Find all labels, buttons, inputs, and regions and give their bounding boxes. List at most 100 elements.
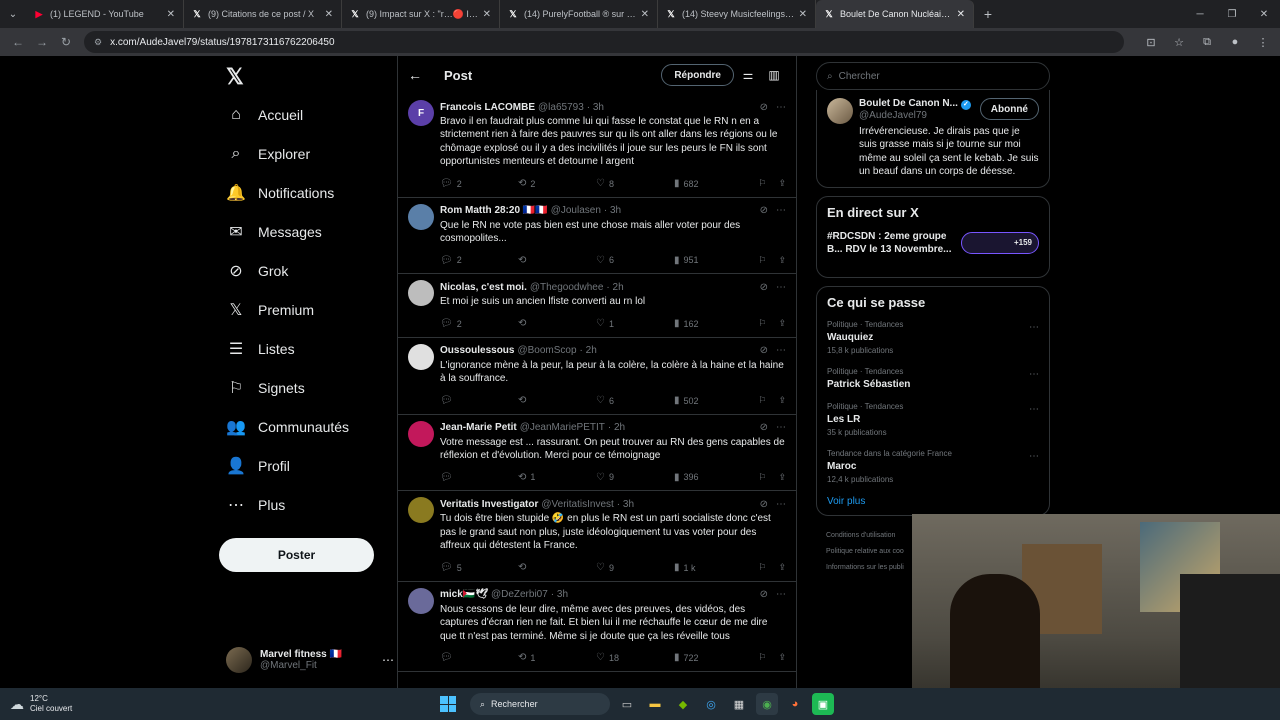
browser-tab[interactable]: 𝕏 (14) Steevy Musicfeelings sur X ✕ xyxy=(658,0,816,28)
nav-item-plus[interactable]: ⋯ Plus xyxy=(226,490,285,520)
tweet-author-handle[interactable]: @Joulasen xyxy=(551,205,601,216)
grok-icon[interactable]: ⊘ xyxy=(760,102,768,113)
share-icon[interactable]: ⇪ xyxy=(778,255,786,266)
tweet-author-handle[interactable]: @BoomScop xyxy=(517,345,576,356)
repost-button[interactable]: ⟲ 1 xyxy=(518,652,596,663)
views-button[interactable]: ▮ 162 xyxy=(674,318,752,329)
views-button[interactable]: ▮ 682 xyxy=(674,178,752,189)
like-button[interactable]: ♡ 6 xyxy=(596,395,674,406)
bookmark-icon[interactable]: ⚐ xyxy=(758,652,766,663)
bookmark-icon[interactable]: ⚐ xyxy=(758,395,766,406)
reply-button[interactable]: 💬︎ xyxy=(440,472,518,483)
reader-view-icon[interactable]: ▥ xyxy=(762,68,786,82)
share-icon[interactable]: ⇪ xyxy=(778,318,786,329)
tweet-author-name[interactable]: Jean-Marie Petit xyxy=(440,422,517,433)
trend-item[interactable]: Politique · Tendances Patrick Sébastien ⋯ xyxy=(827,367,1039,390)
install-app-icon[interactable]: ⊡ xyxy=(1140,36,1162,49)
tweet[interactable]: Veritatis Investigator @VeritatisInvest · … xyxy=(398,491,796,582)
avatar[interactable] xyxy=(408,280,434,307)
post-button[interactable]: Poster xyxy=(219,538,374,572)
nav-item-listes[interactable]: ☰ Listes xyxy=(226,334,295,364)
more-icon[interactable]: ⋯ xyxy=(776,589,786,600)
views-button[interactable]: ▮ 1 k xyxy=(674,562,752,573)
tweet-author-name[interactable]: Oussoulessous xyxy=(440,345,514,356)
share-icon[interactable]: ⇪ xyxy=(778,562,786,573)
trend-item[interactable]: Tendance dans la catégorie France Maroc 12… xyxy=(827,449,1039,484)
more-icon[interactable]: ⋯ xyxy=(1029,369,1039,380)
reply-button[interactable]: Répondre xyxy=(661,64,734,86)
like-button[interactable]: ♡ 18 xyxy=(596,652,674,663)
tweet-author-handle[interactable]: @DeZerbi07 xyxy=(491,589,548,600)
profile-icon[interactable]: ● xyxy=(1224,36,1246,49)
follow-button[interactable]: Abonné xyxy=(979,98,1039,120)
like-button[interactable]: ♡ 9 xyxy=(596,472,674,483)
grok-icon[interactable]: ⊘ xyxy=(760,589,768,600)
nav-item-signets[interactable]: ⚐ Signets xyxy=(226,373,305,403)
avatar[interactable] xyxy=(408,420,434,447)
x-logo-icon[interactable]: 𝕏 xyxy=(226,64,244,90)
repost-button[interactable]: ⟲ xyxy=(518,318,596,329)
tweet[interactable]: Nicolas, c'est moi. @Thegoodwhee · 2h ⊘ ⋯ Et … xyxy=(398,274,796,338)
search-input[interactable]: ⌕ Chercher xyxy=(816,62,1050,90)
firefox-icon[interactable]: ◕ xyxy=(784,693,806,715)
new-tab-button[interactable]: + xyxy=(974,6,1002,22)
tweet-author-name[interactable]: Rom Matth 28:20 🇫🇷🇫🇷 xyxy=(440,205,548,216)
grok-icon[interactable]: ⊘ xyxy=(760,282,768,293)
tweet-time[interactable]: · 2h xyxy=(580,345,597,356)
share-icon[interactable]: ⇪ xyxy=(778,472,786,483)
browser-tab[interactable]: 𝕏 Boulet De Canon Nucléaire ☢ s ✕ xyxy=(816,0,974,28)
repost-button[interactable]: ⟲ xyxy=(518,255,596,266)
repost-button[interactable]: ⟲ xyxy=(518,562,596,573)
close-tab-icon[interactable]: ✕ xyxy=(167,9,175,20)
more-icon[interactable]: ⋯ xyxy=(382,653,394,667)
avatar[interactable] xyxy=(408,343,434,370)
trend-item[interactable]: Politique · Tendances Les LR 35 k publicat… xyxy=(827,402,1039,437)
nav-item-profil[interactable]: 👤 Profil xyxy=(226,451,290,481)
tweet[interactable]: Oussoulessous @BoomScop · 2h ⊘ ⋯ L'ignorance … xyxy=(398,338,796,415)
nvidia-icon[interactable]: ◆ xyxy=(672,693,694,715)
reply-button[interactable]: 💬︎ 5 xyxy=(440,562,518,573)
bookmark-icon[interactable]: ⚐ xyxy=(758,472,766,483)
close-tab-icon[interactable]: ✕ xyxy=(799,9,807,20)
more-icon[interactable]: ⋯ xyxy=(1029,322,1039,333)
like-button[interactable]: ♡ 9 xyxy=(596,562,674,573)
nav-item-grok[interactable]: ⊘ Grok xyxy=(226,256,288,286)
reply-button[interactable]: 💬︎ 2 xyxy=(440,178,518,189)
more-icon[interactable]: ⋯ xyxy=(776,422,786,433)
browser-tab[interactable]: 𝕏 (9) Impact sur X : "r…🔴 INSOLI ✕ xyxy=(342,0,500,28)
avatar[interactable]: F xyxy=(408,100,434,126)
weather-widget[interactable]: ☁ 12°C Ciel couvert xyxy=(10,694,72,714)
tweet-time[interactable]: · 2h xyxy=(606,282,623,293)
forward-icon[interactable]: → xyxy=(30,35,54,49)
avatar[interactable] xyxy=(408,587,434,614)
tweet-author-name[interactable]: Veritatis Investigator xyxy=(440,499,538,510)
task-view-icon[interactable]: ▭ xyxy=(616,693,638,715)
close-tab-icon[interactable]: ✕ xyxy=(483,9,491,20)
windows-start-icon[interactable] xyxy=(440,696,456,712)
tweet-author-handle[interactable]: @la65793 xyxy=(538,102,584,113)
account-switcher[interactable]: Marvel fitness 🇫🇷 @Marvel_Fit ⋯ xyxy=(226,642,394,678)
nav-item-premium[interactable]: 𝕏 Premium xyxy=(226,295,314,325)
share-icon[interactable]: ⇪ xyxy=(778,178,786,189)
grok-icon[interactable]: ⊘ xyxy=(760,205,768,216)
bookmark-icon[interactable]: ⚐ xyxy=(758,255,766,266)
repost-button[interactable]: ⟲ 2 xyxy=(518,178,596,189)
avatar[interactable] xyxy=(408,203,434,230)
views-button[interactable]: ▮ 951 xyxy=(674,255,752,266)
chrome-icon[interactable]: ◉ xyxy=(756,693,778,715)
browser-tab[interactable]: ▶ (1) LEGEND - YouTube ✕ xyxy=(26,0,184,28)
more-icon[interactable]: ⋯ xyxy=(776,282,786,293)
tweet[interactable]: F Francois LACOMBE @la65793 · 3h ⊘ ⋯ Bravo il … xyxy=(398,94,796,198)
tweet-time[interactable]: · 3h xyxy=(617,499,634,510)
see-more-link[interactable]: Voir plus xyxy=(827,496,1039,507)
nav-item-messages[interactable]: ✉ Messages xyxy=(226,217,322,247)
tweet-time[interactable]: · 3h xyxy=(551,589,568,600)
reload-icon[interactable]: ↻ xyxy=(54,35,78,49)
app-icon[interactable]: ▣ xyxy=(812,693,834,715)
more-icon[interactable]: ⋯ xyxy=(776,345,786,356)
share-icon[interactable]: ⇪ xyxy=(778,395,786,406)
views-button[interactable]: ▮ 722 xyxy=(674,652,752,663)
avatar[interactable] xyxy=(408,497,434,524)
trend-item[interactable]: Politique · Tendances Wauquiez 15,8 k publ… xyxy=(827,320,1039,355)
more-icon[interactable]: ⋯ xyxy=(776,102,786,113)
